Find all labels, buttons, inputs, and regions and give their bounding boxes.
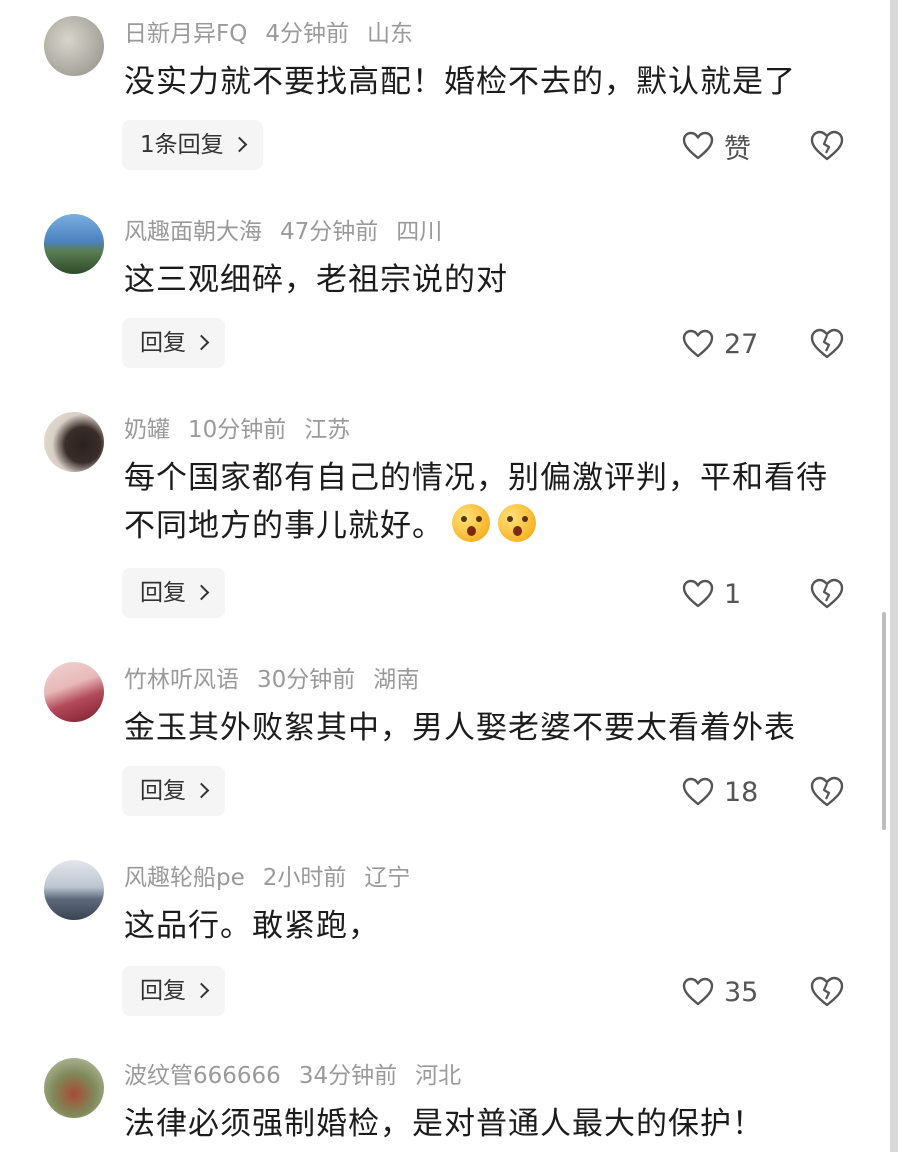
comment-time: 30分钟前 — [257, 667, 356, 693]
reply-label: 回复 — [140, 978, 186, 1004]
reply-button[interactable]: 回复 — [122, 766, 225, 816]
broken-heart-icon[interactable] — [810, 975, 844, 1009]
avatar[interactable] — [44, 1058, 104, 1118]
comment-location: 山东 — [366, 21, 413, 47]
comment-location: 江苏 — [304, 417, 351, 443]
username[interactable]: 风趣轮船pe — [124, 865, 245, 891]
like-button[interactable]: 35 — [682, 972, 758, 1012]
username[interactable]: 奶罐 — [124, 417, 170, 443]
comment-location: 河北 — [415, 1063, 462, 1089]
broken-heart-icon[interactable] — [810, 577, 844, 611]
comment-text: 金玉其外败絮其中，男人娶老婆不要太看着外表 — [124, 710, 796, 746]
reply-label: 回复 — [140, 778, 186, 804]
reply-label: 回复 — [140, 580, 186, 606]
chevron-right-icon — [193, 782, 210, 799]
comment-meta: 奶罐 10分钟前 江苏 — [124, 414, 368, 446]
broken-heart-icon[interactable] — [810, 775, 844, 809]
reply-button[interactable]: 回复 — [122, 568, 225, 618]
comment-time: 2小时前 — [262, 865, 347, 891]
avatar[interactable] — [44, 412, 104, 472]
broken-heart-icon[interactable] — [810, 129, 844, 163]
username[interactable]: 竹林听风语 — [124, 667, 239, 693]
comment-location: 辽宁 — [364, 865, 411, 891]
chevron-right-icon — [193, 334, 210, 351]
heart-icon — [682, 777, 714, 806]
avatar[interactable] — [44, 16, 104, 76]
reply-label: 回复 — [140, 330, 186, 356]
comment-text: 每个国家都有自己的情况，别偏激评判，平和看待不同地方的事儿就好。 — [124, 454, 854, 550]
comment-text: 这品行。敢紧跑， — [124, 908, 380, 944]
comment-meta: 风趣面朝大海 47分钟前 四川 — [124, 216, 460, 248]
chevron-right-icon — [193, 584, 210, 601]
comment-item: 风趣轮船pe 2小时前 辽宁 这品行。敢紧跑， 回复 35 — [0, 844, 890, 1042]
comment-meta: 日新月异FQ 4分钟前 山东 — [124, 18, 431, 50]
comment-location: 四川 — [396, 219, 443, 245]
broken-heart-icon[interactable] — [810, 327, 844, 361]
username[interactable]: 日新月异FQ — [124, 21, 247, 47]
astonished-emoji — [498, 504, 536, 542]
username[interactable]: 风趣面朝大海 — [124, 219, 262, 245]
comment-time: 10分钟前 — [188, 417, 287, 443]
comment-meta: 竹林听风语 30分钟前 湖南 — [124, 664, 437, 696]
reply-button[interactable]: 1条回复 — [122, 120, 263, 170]
comment-time: 47分钟前 — [280, 219, 379, 245]
comment-time: 4分钟前 — [265, 21, 349, 47]
like-count: 1 — [724, 578, 742, 610]
comment-item: 风趣面朝大海 47分钟前 四川 这三观细碎，老祖宗说的对 回复 27 — [0, 198, 890, 396]
comment-location: 湖南 — [373, 667, 420, 693]
comment-item: 竹林听风语 30分钟前 湖南 金玉其外败絮其中，男人娶老婆不要太看着外表 回复 18 — [0, 646, 890, 844]
like-count: 27 — [724, 328, 759, 360]
like-button[interactable]: 1 — [682, 574, 741, 614]
chevron-right-icon — [193, 982, 210, 999]
comment-meta: 波纹管666666 34分钟前 河北 — [124, 1060, 479, 1092]
heart-icon — [682, 579, 714, 608]
like-button[interactable]: 赞 — [682, 126, 751, 166]
comment-text: 没实力就不要找高配！婚检不去的，默认就是了 — [124, 64, 796, 100]
like-count: 35 — [724, 976, 759, 1008]
reply-label: 1条回复 — [140, 132, 224, 158]
astonished-emoji — [452, 504, 490, 542]
like-button[interactable]: 27 — [682, 324, 758, 364]
heart-icon — [682, 977, 714, 1006]
comment-item: 日新月异FQ 4分钟前 山东 没实力就不要找高配！婚检不去的，默认就是了 1条回复 … — [0, 0, 890, 198]
comment-text: 这三观细碎，老祖宗说的对 — [124, 262, 508, 298]
avatar[interactable] — [44, 860, 104, 920]
comment-item: 奶罐 10分钟前 江苏 每个国家都有自己的情况，别偏激评判，平和看待不同地方的事儿就… — [0, 396, 890, 646]
comment-item: 波纹管666666 34分钟前 河北 法律必须强制婚检，是对普通人最大的保护！ — [0, 1042, 890, 1152]
heart-icon — [682, 131, 714, 160]
comment-time: 34分钟前 — [298, 1063, 398, 1089]
chevron-right-icon — [231, 136, 247, 153]
reply-button[interactable]: 回复 — [122, 318, 225, 368]
comment-text: 法律必须强制婚检，是对普通人最大的保护！ — [124, 1106, 764, 1142]
username[interactable]: 波纹管666666 — [124, 1063, 281, 1089]
avatar[interactable] — [44, 214, 104, 274]
like-count: 18 — [724, 776, 759, 808]
comment-meta: 风趣轮船pe 2小时前 辽宁 — [124, 862, 428, 894]
avatar[interactable] — [44, 662, 104, 722]
heart-icon — [682, 329, 714, 358]
reply-button[interactable]: 回复 — [122, 966, 225, 1016]
right-edge — [890, 0, 898, 1152]
like-count: 赞 — [724, 133, 751, 165]
like-button[interactable]: 18 — [682, 772, 758, 812]
